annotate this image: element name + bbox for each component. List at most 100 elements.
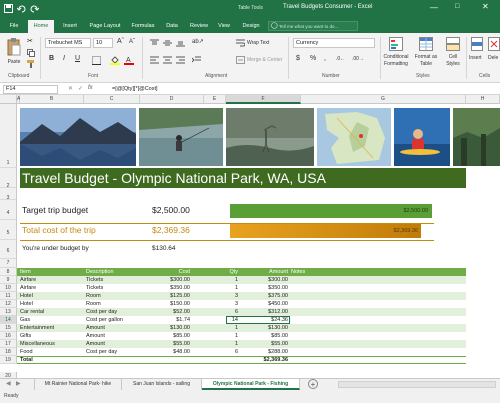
cell-amount[interactable]: $300.00 xyxy=(240,276,288,284)
column-header-h[interactable]: H xyxy=(466,95,500,104)
sheet-title[interactable]: Travel Budget - Olympic National Park, W… xyxy=(22,169,326,187)
total-cost-label[interactable]: Total cost of the trip xyxy=(22,225,96,235)
insert-function-icon[interactable]: fx xyxy=(88,85,93,91)
decrease-decimal-button[interactable]: .00→ xyxy=(352,56,364,62)
italic-button[interactable]: I xyxy=(63,55,65,62)
name-box[interactable]: F14 xyxy=(3,85,58,94)
total-cost-value[interactable]: $2,369.36 xyxy=(152,225,190,235)
cell-item[interactable]: Airfare xyxy=(20,284,36,292)
tab-view[interactable]: View xyxy=(214,20,234,33)
formula-input[interactable]: =[@[Qty]]*[@Cost] xyxy=(112,85,496,94)
cell-description[interactable]: Room xyxy=(86,300,101,308)
cell-amount[interactable]: $55.00 xyxy=(240,340,288,348)
cell-cost[interactable]: $125.00 xyxy=(140,292,190,300)
total-label[interactable]: Total xyxy=(20,356,33,364)
undo-icon[interactable] xyxy=(17,4,26,13)
bold-button[interactable]: B xyxy=(49,55,54,62)
row-header[interactable]: 6 xyxy=(0,240,17,259)
column-header-d[interactable]: D xyxy=(140,95,204,104)
cell-qty[interactable]: 1 xyxy=(204,284,238,292)
row-header[interactable]: 12 xyxy=(0,300,17,308)
cell-styles-button[interactable]: Cell Styles xyxy=(442,54,464,68)
borders-icon[interactable] xyxy=(92,56,101,65)
copy-icon[interactable] xyxy=(27,49,35,57)
table-header-item[interactable]: Item xyxy=(20,268,31,276)
row-header[interactable]: 19 xyxy=(0,356,17,364)
active-cell-selection[interactable] xyxy=(226,316,290,324)
maximize-button[interactable]: □ xyxy=(455,3,459,10)
increase-decimal-button[interactable]: .0← xyxy=(336,56,345,62)
conditional-formatting-button[interactable]: Conditional Formatting xyxy=(382,54,410,68)
row-header[interactable]: 2 xyxy=(0,168,17,189)
table-header-amount[interactable]: Amount xyxy=(240,268,288,276)
redo-icon[interactable] xyxy=(30,4,39,13)
minimize-button[interactable]: — xyxy=(430,3,438,12)
cell-description[interactable]: Room xyxy=(86,292,101,300)
row-header[interactable]: 16 xyxy=(0,332,17,340)
row-header[interactable]: 4 xyxy=(0,200,17,220)
format-painter-icon[interactable] xyxy=(27,60,35,68)
accounting-format-button[interactable]: $ xyxy=(296,55,300,62)
tab-review[interactable]: Review xyxy=(186,20,212,33)
row-header[interactable]: 14 xyxy=(0,316,17,324)
column-header-g[interactable]: G xyxy=(301,95,466,104)
font-name-select[interactable]: Trebuchet MS xyxy=(45,38,91,48)
cell-qty[interactable]: 3 xyxy=(204,300,238,308)
cell-description[interactable]: Cost per gallon xyxy=(86,316,123,324)
cell-qty[interactable]: 6 xyxy=(204,308,238,316)
cell-item[interactable]: Food xyxy=(20,348,33,356)
table-header-cost[interactable]: Cost xyxy=(140,268,190,276)
tab-home[interactable]: Home xyxy=(28,20,54,33)
align-right-icon[interactable] xyxy=(176,56,185,64)
cell-amount[interactable]: $375.00 xyxy=(240,292,288,300)
under-budget-label[interactable]: You're under budget by xyxy=(22,245,89,252)
sheet-tab-mt-rainier[interactable]: Mt Rainier National Park- hike xyxy=(34,379,122,390)
indent-icon[interactable] xyxy=(192,56,201,64)
cell-amount[interactable]: $312.00 xyxy=(240,308,288,316)
paste-icon[interactable] xyxy=(7,38,21,56)
tell-me-box[interactable]: ◯ Tell me what you want to do... xyxy=(268,21,358,31)
row-header[interactable]: 10 xyxy=(0,284,17,292)
under-budget-value[interactable]: $130.64 xyxy=(152,245,176,252)
target-budget-value[interactable]: $2,500.00 xyxy=(152,205,190,215)
tab-design[interactable]: Design xyxy=(238,20,264,33)
fill-color-icon[interactable] xyxy=(110,55,120,65)
cell-cost[interactable]: $55.00 xyxy=(140,340,190,348)
underline-button[interactable]: U xyxy=(75,55,80,62)
font-size-select[interactable]: 10 xyxy=(93,38,113,48)
enter-formula-icon[interactable]: ✓ xyxy=(78,85,83,92)
cell-amount[interactable]: $350.00 xyxy=(240,284,288,292)
row-header[interactable]: 8 xyxy=(0,268,17,276)
row-header[interactable]: 9 xyxy=(0,276,17,284)
sheet-tab-olympic[interactable]: Olympic National Park - Fishing xyxy=(202,379,300,390)
row-header[interactable]: 17 xyxy=(0,340,17,348)
cell-cost[interactable]: $300.00 xyxy=(140,276,190,284)
cell-item[interactable]: Airfare xyxy=(20,276,36,284)
cell-item[interactable]: Car rental xyxy=(20,308,44,316)
sheet-tab-san-juan[interactable]: San Juan Islands - sailing xyxy=(122,379,202,390)
row-header[interactable]: 7 xyxy=(0,259,17,268)
cell-item[interactable]: Gifts xyxy=(20,332,31,340)
target-budget-label[interactable]: Target trip budget xyxy=(22,205,88,215)
align-top-icon[interactable] xyxy=(150,39,159,47)
column-header-c[interactable]: C xyxy=(84,95,140,104)
worksheet-grid[interactable]: A B C D E F G H 1 2 3 4 5 6 7 8 20 9 10 11… xyxy=(0,95,500,378)
paste-button[interactable]: Paste xyxy=(5,59,23,65)
column-header-f[interactable]: F xyxy=(226,95,301,104)
comma-button[interactable]: , xyxy=(324,55,326,62)
align-bottom-icon[interactable] xyxy=(176,39,185,47)
align-center-icon[interactable] xyxy=(163,56,172,64)
cell-cost[interactable]: $350.00 xyxy=(140,284,190,292)
cell-item[interactable]: Miscellaneous xyxy=(20,340,55,348)
grow-font-button[interactable]: Aˆ xyxy=(117,38,124,45)
cell-qty[interactable]: 1 xyxy=(204,276,238,284)
table-header-qty[interactable]: Qty xyxy=(204,268,238,276)
cell-cost[interactable]: $85.00 xyxy=(140,332,190,340)
tab-file[interactable]: File xyxy=(4,20,24,33)
cell-description[interactable]: Tickets xyxy=(86,276,103,284)
cell-cost[interactable]: $48.00 xyxy=(140,348,190,356)
table-header-notes[interactable]: Notes xyxy=(291,268,305,276)
cell-description[interactable]: Tickets xyxy=(86,284,103,292)
tab-formulas[interactable]: Formulas xyxy=(128,20,158,33)
orientation-button[interactable]: ab↗ xyxy=(192,38,204,45)
